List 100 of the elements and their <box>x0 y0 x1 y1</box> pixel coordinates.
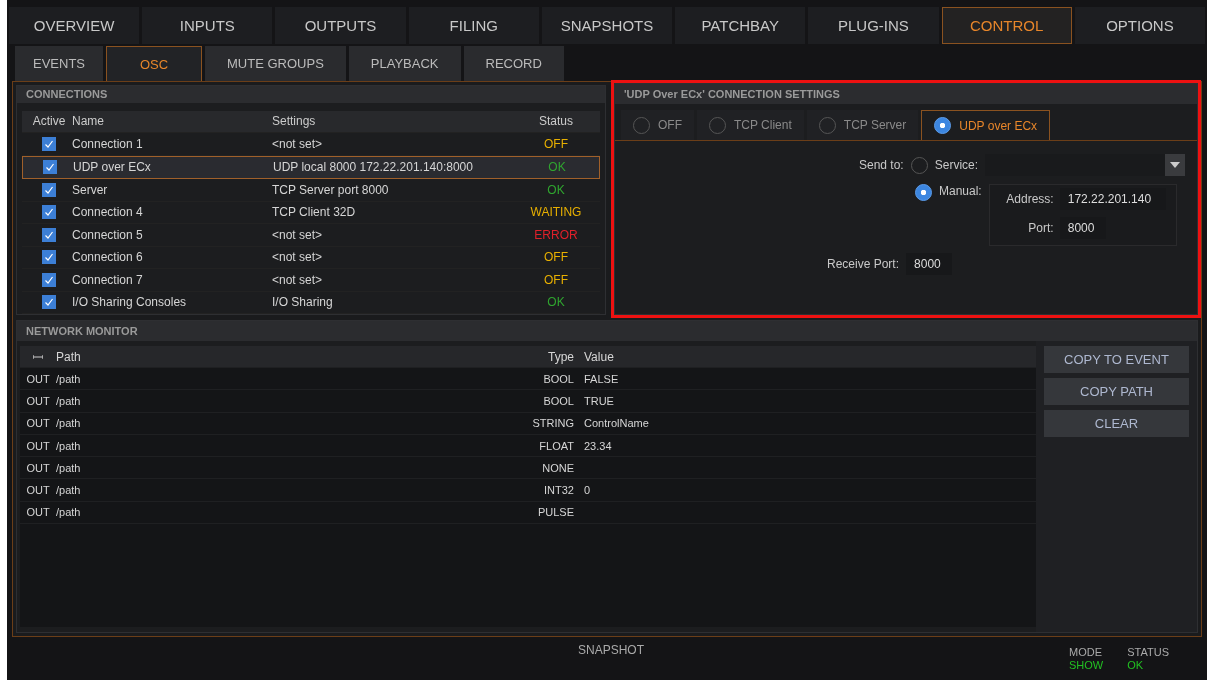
table-cell-text: 0 <box>584 484 592 497</box>
panel-title: NETWORK MONITOR <box>17 321 1197 341</box>
main-tab[interactable]: CONTROL <box>941 7 1072 44</box>
field-label: Address: <box>1005 192 1054 206</box>
table-cell-text: Server <box>72 182 109 197</box>
table-cell-text: INT32 <box>543 484 575 497</box>
direction-icon <box>33 353 43 360</box>
table-cell-text: TRUE <box>584 394 615 407</box>
table-cell-text: FLOAT <box>538 439 575 452</box>
receive-port-field[interactable]: 8000 <box>906 253 953 275</box>
dropdown-icon[interactable] <box>1165 154 1186 176</box>
status-label: MODE <box>1069 645 1103 659</box>
main-tab[interactable]: INPUTS <box>142 7 273 44</box>
table-cell-text: Connection 4 <box>72 205 144 220</box>
mode-tab[interactable]: TCP Client <box>697 110 804 140</box>
status-text: OK <box>546 182 566 197</box>
mode-tab[interactable]: OFF <box>621 110 694 140</box>
table-cell-text: /path <box>56 417 82 430</box>
checkbox[interactable] <box>42 227 56 242</box>
connection-row[interactable]: Connection 1 <not set> OFF <box>22 133 600 156</box>
connection-row[interactable]: Connection 6 <not set> OFF <box>22 246 600 269</box>
column-header: Path <box>56 349 82 364</box>
status-text: OFF <box>543 136 569 151</box>
main-tab[interactable]: PATCHBAY <box>675 7 806 44</box>
table-cell-text: PULSE <box>536 506 575 519</box>
main-tab[interactable]: SNAPSHOTS <box>541 7 673 44</box>
table-cell-text: BOOL <box>542 394 575 407</box>
connection-row[interactable]: I/O Sharing Consoles I/O Sharing OK <box>22 291 600 314</box>
checkbox[interactable] <box>42 250 56 265</box>
status-text: WAITING <box>529 205 583 220</box>
connection-row[interactable]: UDP over ECx UDP local 8000 172.22.201.140:8000 OK <box>22 155 600 179</box>
mode-tab[interactable]: UDP over ECx <box>921 110 1051 140</box>
table-cell-text: Connection 5 <box>72 227 144 242</box>
table-cell-text: Connection 6 <box>72 250 144 265</box>
field-label: Service: <box>934 158 979 172</box>
table-cell-text: OUT <box>25 461 51 474</box>
main-tab[interactable]: PLUG-INS <box>808 7 939 44</box>
status-value: SHOW <box>1069 658 1104 672</box>
connection-row[interactable]: Connection 4 TCP Client 32D WAITING <box>22 201 600 224</box>
connection-row[interactable]: Server TCP Server port 8000 OK <box>22 179 600 202</box>
table-cell-text: STRING <box>531 417 575 430</box>
table-cell-text: <not set> <box>272 272 324 287</box>
table-cell-text: TCP Client 32D <box>272 205 357 220</box>
status-label: STATUS <box>1127 645 1169 659</box>
action-button[interactable]: CLEAR <box>1044 410 1189 437</box>
table-cell-text: TCP Server port 8000 <box>272 182 390 197</box>
radio-button[interactable] <box>915 184 932 201</box>
sub-tab[interactable]: PLAYBACK <box>348 46 461 81</box>
table-cell-text: OUT <box>25 372 51 385</box>
connection-row[interactable]: Connection 5 <not set> ERROR <box>22 224 600 247</box>
table-cell-text: <not set> <box>272 136 324 151</box>
field-label: Receive Port: <box>827 257 900 271</box>
checkbox[interactable] <box>42 205 56 220</box>
status-text: OK <box>546 295 566 310</box>
action-button[interactable]: COPY PATH <box>1044 378 1189 405</box>
main-tab[interactable]: OUTPUTS <box>275 7 406 44</box>
panel-title: CONNECTIONS <box>17 86 605 103</box>
field-label: Port: <box>1027 221 1054 235</box>
field-label: Manual: <box>939 184 982 198</box>
table-cell-text: /path <box>56 506 82 519</box>
table-cell-text: NONE <box>541 461 575 474</box>
checkbox[interactable] <box>42 295 56 310</box>
column-header: Status <box>538 114 574 129</box>
table-cell-text: Connection 7 <box>72 272 144 287</box>
table-cell-text: /path <box>56 461 82 474</box>
status-text: OK <box>547 160 567 175</box>
column-header: Active <box>31 114 67 129</box>
status-text: OFF <box>543 272 569 287</box>
main-tab[interactable]: FILING <box>408 7 539 44</box>
action-button[interactable]: COPY TO EVENT <box>1044 346 1189 373</box>
panel-title: 'UDP Over ECx' CONNECTION SETTINGS <box>615 84 1197 104</box>
table-cell-text: UDP local 8000 172.22.201.140:8000 <box>273 160 474 175</box>
sub-tab[interactable]: EVENTS <box>15 46 103 81</box>
sub-tab[interactable]: OSC <box>106 46 202 81</box>
table-cell-text: <not set> <box>272 250 324 265</box>
table-cell-text: /path <box>56 394 82 407</box>
column-header: Type <box>547 349 575 364</box>
status-text: ERROR <box>533 227 579 242</box>
column-header: Name <box>72 114 105 129</box>
table-cell-text: UDP over ECx <box>73 160 152 175</box>
column-header: Settings <box>272 114 317 129</box>
table-cell-text: Connection 1 <box>72 136 144 151</box>
snapshot-label: SNAPSHOT <box>578 643 644 657</box>
checkbox[interactable] <box>42 136 56 151</box>
table-cell-text: ControlName <box>584 417 650 430</box>
mode-tab[interactable]: TCP Server <box>806 110 919 140</box>
connection-row[interactable]: Connection 7 <not set> OFF <box>22 269 600 292</box>
sub-tab[interactable]: MUTE GROUPS <box>205 46 346 81</box>
main-tab[interactable]: OVERVIEW <box>9 7 140 44</box>
checkbox[interactable] <box>42 182 56 197</box>
checkbox[interactable] <box>43 160 57 175</box>
main-tab[interactable]: OPTIONS <box>1074 7 1205 44</box>
table-cell-text: <not set> <box>272 227 324 242</box>
checkbox[interactable] <box>42 272 56 287</box>
sub-tab[interactable]: RECORD <box>463 46 564 81</box>
table-cell-text: OUT <box>25 394 51 407</box>
table-cell-text: /path <box>56 484 82 497</box>
table-cell-text: /path <box>56 372 82 385</box>
table-cell-text: OUT <box>25 484 51 497</box>
table-cell-text: I/O Sharing Consoles <box>72 295 188 310</box>
